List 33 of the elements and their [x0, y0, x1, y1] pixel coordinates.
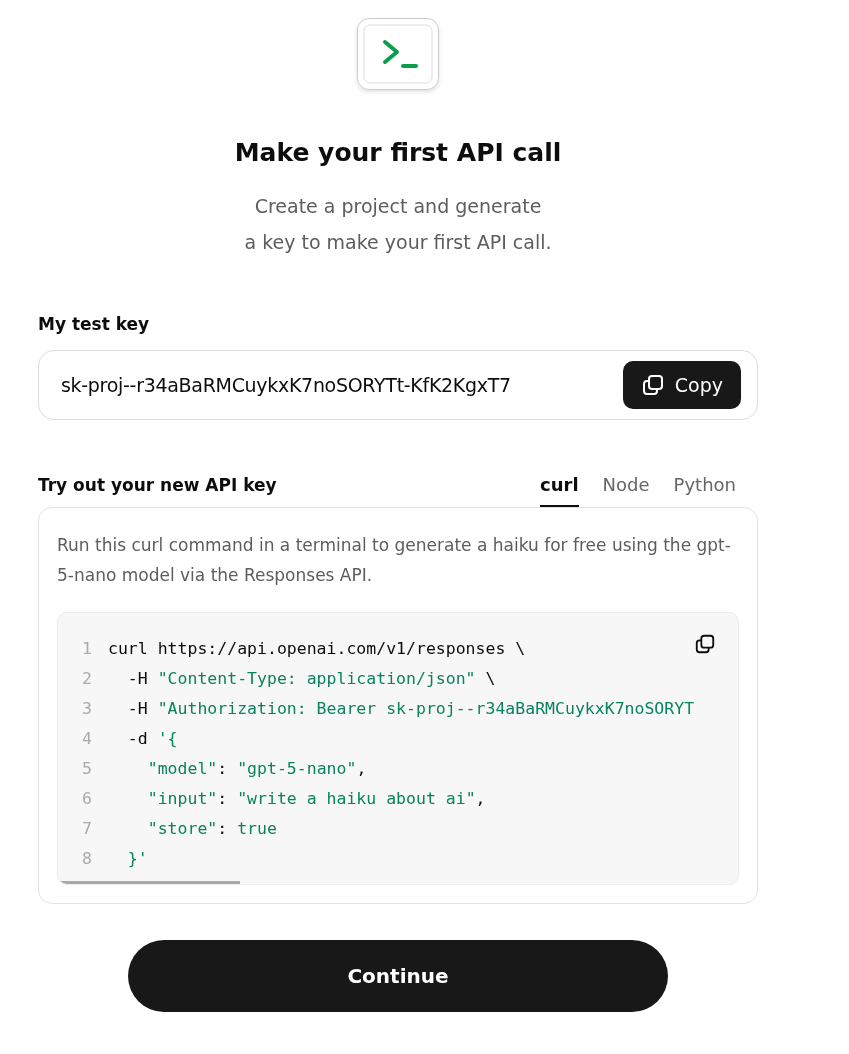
key-label: My test key: [38, 314, 150, 334]
line-number: 1: [81, 638, 93, 658]
line-number: 2: [81, 668, 93, 688]
description: Run this curl command in a terminal to generate a haiku for free using the gpt-5-nano model via the Responses API.: [57, 534, 732, 587]
language-tab[interactable]: Node: [602, 474, 650, 507]
section-label: Try out your new API key: [38, 475, 277, 497]
line-number: 4: [81, 728, 93, 748]
code-line: -d '{: [126, 728, 178, 748]
language-tab[interactable]: curl: [540, 474, 579, 507]
api-key-value: sk-proj--r34aBaRMCuykxK7noSORYTt-KfK2KgxT7: [61, 374, 512, 396]
code-line: "store": true: [146, 818, 277, 838]
subtitle-line: Create a project and generate: [254, 194, 542, 219]
api-key-field[interactable]: sk-proj--r34aBaRMCuykxK7noSORYTt-KfK2KgxT7 Copy: [38, 350, 758, 420]
code-line: }': [126, 848, 148, 868]
code-line: -H "Content-Type: application/json" \: [126, 668, 496, 688]
scrollbar[interactable]: [58, 881, 240, 884]
copy-button[interactable]: Copy: [622, 361, 741, 409]
code-line: curl https://api.openai.com/v1/responses \: [108, 638, 526, 658]
subtitle-line: a key to make your first API call.: [244, 230, 552, 255]
page-title: Make your first API call: [234, 138, 562, 168]
line-number: 7: [81, 818, 93, 838]
code-line: "input": "write a haiku about ai",: [146, 788, 486, 808]
terminal-icon: [357, 18, 439, 90]
copy-icon[interactable]: [694, 633, 716, 655]
line-number: 3: [81, 698, 93, 718]
line-number: 6: [81, 788, 93, 808]
code-line: "model": "gpt-5-nano",: [146, 758, 367, 778]
code-line: -H "Authorization: Bearer sk-proj--r34aBaRMCuykxK7noSORYT: [126, 698, 695, 718]
line-number: 8: [81, 848, 93, 868]
line-number: 5: [81, 758, 93, 778]
copy-icon: [640, 373, 665, 397]
language-tab[interactable]: Python: [673, 474, 736, 507]
continue-button[interactable]: Continue: [128, 940, 668, 1012]
